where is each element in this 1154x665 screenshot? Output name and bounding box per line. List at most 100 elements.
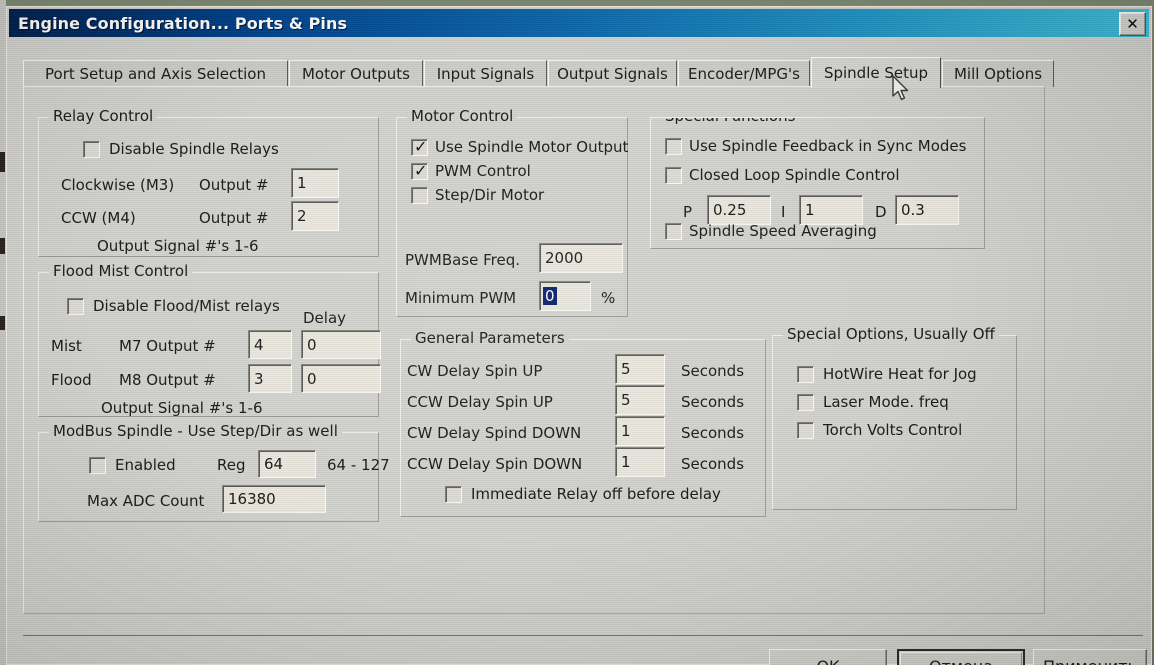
label-pid-d: D	[875, 203, 887, 221]
dialog-window: Engine Configuration... Ports & Pins ✕ P…	[6, 6, 1152, 665]
checkbox-closed-loop-spindle-control[interactable]	[665, 167, 682, 184]
label-use-spindle-feedback-in-sync-modes: Use Spindle Feedback in Sync Modes	[689, 137, 967, 155]
tab-label: Input Signals	[436, 65, 535, 83]
group-caption: Special Options, Usually Off	[783, 325, 999, 343]
label-mist: Mist	[51, 337, 82, 355]
tab-spindle-setup[interactable]: Spindle Setup	[811, 57, 941, 88]
label-relay-output-signal-range: Output Signal #'s 1-6	[97, 237, 259, 255]
label-use-spindle-motor-output: Use Spindle Motor Output	[435, 138, 629, 156]
label-pid-i: I	[781, 203, 786, 221]
group-special-functions: Special Functions Use Spindle Feedback i…	[650, 117, 985, 249]
tab-motor-outputs[interactable]: Motor Outputs	[289, 60, 423, 87]
checkbox-step-dir-motor[interactable]	[411, 187, 428, 204]
input-mist-delay[interactable]: 0	[301, 330, 381, 359]
checkbox-spindle-speed-averaging[interactable]	[665, 223, 682, 240]
label-minimum-pwm: Minimum PWM	[405, 289, 517, 307]
checkbox-use-spindle-motor-output[interactable]: ✓	[411, 137, 428, 156]
tab-mill-options[interactable]: Mill Options	[942, 60, 1054, 87]
checkbox-torch-volts-control[interactable]	[797, 422, 814, 439]
tab-port-setup-and-axis-selection[interactable]: Port Setup and Axis Selection	[23, 60, 288, 87]
group-motor-control: Motor Control ✓ Use Spindle Motor Output…	[396, 107, 629, 317]
label-ccw-delay-spin-up: CCW Delay Spin UP	[407, 393, 553, 411]
input-pwm-base-freq[interactable]: 2000	[539, 243, 623, 273]
label-modbus-reg: Reg	[217, 456, 246, 474]
label-modbus-enabled: Enabled	[115, 456, 176, 474]
label-disable-flood-mist-relays: Disable Flood/Mist relays	[93, 297, 280, 315]
label-modbus-reg-range: 64 - 127	[327, 456, 390, 474]
label-cw-delay-spind-down: CW Delay Spind DOWN	[407, 424, 582, 442]
input-pid-i[interactable]: 1	[799, 195, 863, 225]
window-title: Engine Configuration... Ports & Pins	[18, 13, 348, 33]
tab-label: Output Signals	[557, 65, 668, 83]
input-cw-delay-spin-up[interactable]: 5	[615, 354, 665, 384]
label-flood-output-signal-range: Output Signal #'s 1-6	[101, 399, 263, 417]
tab-encoder-mpgs[interactable]: Encoder/MPG's	[678, 60, 810, 87]
group-caption: Special Functions	[661, 118, 800, 125]
checkbox-pwm-control[interactable]: ✓	[411, 161, 428, 180]
title-bar: Engine Configuration... Ports & Pins ✕	[9, 9, 1149, 37]
label-pid-p: P	[683, 203, 693, 221]
apply-button-label: Применить	[1043, 657, 1137, 665]
input-mist-output-number[interactable]: 4	[248, 330, 292, 359]
tab-label: Port Setup and Axis Selection	[45, 65, 266, 83]
input-ccw-output-number[interactable]: 2	[291, 201, 339, 231]
label-closed-loop-spindle-control: Closed Loop Spindle Control	[689, 166, 900, 184]
label-ccw-delay-spin-up-unit: Seconds	[681, 393, 745, 411]
group-caption: Relay Control	[49, 107, 158, 125]
label-ccw-output: Output #	[199, 209, 269, 227]
input-pid-d[interactable]: 0.3	[895, 195, 959, 225]
check-tick-icon: ✓	[414, 137, 428, 156]
input-pid-p[interactable]: 0.25	[707, 195, 771, 225]
checkbox-hotwire-heat-for-jog[interactable]	[797, 366, 814, 383]
checkbox-immediate-relay-off-before-delay[interactable]	[445, 486, 462, 503]
checkbox-disable-spindle-relays[interactable]	[83, 141, 100, 158]
input-minimum-pwm-value: 0	[543, 287, 557, 305]
label-step-dir-motor: Step/Dir Motor	[435, 186, 545, 204]
tab-input-signals[interactable]: Input Signals	[424, 60, 547, 87]
group-special-options: Special Options, Usually Off HotWire Hea…	[772, 325, 1017, 510]
input-max-adc-count[interactable]: 16380	[222, 485, 326, 513]
dialog-client: Port Setup and Axis Selection Motor Outp…	[9, 39, 1149, 665]
label-pwm-control: PWM Control	[435, 162, 531, 180]
tab-label: Motor Outputs	[301, 65, 411, 83]
label-max-adc-count: Max ADC Count	[87, 492, 205, 510]
label-delay-header: Delay	[303, 309, 347, 327]
label-laser-mode-freq: Laser Mode. freq	[823, 393, 949, 411]
input-ccw-delay-spin-down[interactable]: 1	[615, 447, 665, 477]
checkbox-modbus-enabled[interactable]	[89, 457, 106, 474]
tab-label: Encoder/MPG's	[688, 65, 800, 83]
close-icon[interactable]: ✕	[1119, 12, 1146, 36]
group-relay-control: Relay Control Disable Spindle Relays Clo…	[38, 107, 379, 257]
footer-separator	[23, 635, 1143, 636]
input-clockwise-output-number[interactable]: 1	[291, 168, 339, 198]
group-modbus-spindle: ModBus Spindle - Use Step/Dir as well En…	[38, 422, 390, 522]
checkbox-laser-mode-freq[interactable]	[797, 394, 814, 411]
check-tick-icon: ✓	[414, 161, 428, 180]
label-flood: Flood	[51, 371, 92, 389]
label-torch-volts-control: Torch Volts Control	[823, 421, 963, 439]
label-clockwise-m3: Clockwise (M3)	[61, 176, 175, 194]
input-flood-output-number[interactable]: 3	[248, 364, 292, 393]
checkbox-disable-flood-mist-relays[interactable]	[67, 298, 84, 315]
input-minimum-pwm[interactable]: 0	[539, 281, 591, 311]
label-hotwire-heat-for-jog: HotWire Heat for Jog	[823, 365, 977, 383]
group-caption: General Parameters	[411, 329, 569, 347]
tab-output-signals[interactable]: Output Signals	[548, 60, 677, 87]
label-ccw-delay-spin-down: CCW Delay Spin DOWN	[407, 455, 583, 473]
group-general-parameters: General Parameters CW Delay Spin UP 5 Se…	[400, 329, 766, 517]
label-pwm-base-freq: PWMBase Freq.	[405, 251, 521, 269]
apply-button[interactable]: Применить	[1033, 649, 1147, 665]
label-minimum-pwm-unit: %	[601, 289, 616, 307]
desktop-sliver	[0, 0, 6, 665]
input-modbus-reg[interactable]: 64	[258, 450, 316, 478]
tab-strip: Port Setup and Axis Selection Motor Outp…	[23, 57, 1054, 88]
input-flood-delay[interactable]: 0	[301, 364, 381, 393]
cancel-button[interactable]: Отмена	[897, 649, 1025, 665]
input-cw-delay-spind-down[interactable]: 1	[615, 416, 665, 446]
checkbox-use-spindle-feedback-in-sync-modes[interactable]	[665, 138, 682, 155]
input-ccw-delay-spin-up[interactable]: 5	[615, 385, 665, 415]
ok-button[interactable]: OK	[769, 649, 887, 665]
label-spindle-speed-averaging: Spindle Speed Averaging	[689, 222, 877, 240]
label-mist-m7-output: M7 Output #	[119, 337, 216, 355]
group-caption: Motor Control	[407, 107, 518, 125]
